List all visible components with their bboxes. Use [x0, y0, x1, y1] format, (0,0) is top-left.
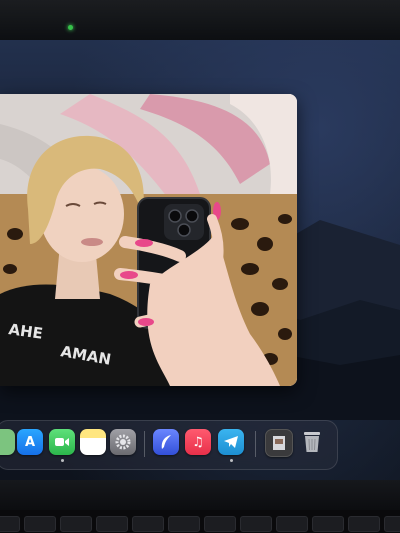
video-camera-icon — [55, 438, 69, 446]
laptop-bottom-bezel — [0, 480, 400, 510]
keyboard-key — [96, 516, 128, 532]
app-store-icon[interactable]: A — [17, 429, 43, 455]
keyboard-key — [60, 516, 92, 532]
mouth — [81, 238, 103, 246]
keyboard-key — [312, 516, 344, 532]
recent-file-icon[interactable] — [265, 429, 293, 457]
photo-scene: AHE AMAN A ♫ — [0, 0, 400, 533]
running-indicator — [61, 459, 64, 462]
trash-icon[interactable] — [299, 429, 325, 455]
running-indicator — [230, 459, 233, 462]
trash-can-icon — [304, 432, 320, 452]
keyboard-key — [168, 516, 200, 532]
camera-lens — [177, 223, 191, 237]
macos-dock: A ♫ — [0, 420, 338, 470]
camera-lens — [168, 209, 182, 223]
laptop-top-bezel — [0, 0, 400, 40]
keyboard-key — [276, 516, 308, 532]
facetime-icon[interactable] — [49, 429, 75, 455]
keyboard-key — [348, 516, 380, 532]
feather-icon — [161, 435, 171, 449]
pink-nail — [120, 271, 138, 279]
camera-indicator-light — [68, 25, 73, 30]
keyboard-key — [204, 516, 236, 532]
dock-divider — [255, 431, 256, 457]
telegram-icon[interactable] — [218, 429, 244, 455]
dock-divider — [144, 431, 145, 457]
paper-plane-icon — [224, 436, 238, 448]
keyboard-key — [240, 516, 272, 532]
document-thumbnail-icon — [273, 436, 285, 450]
partial-app-icon[interactable] — [0, 429, 15, 455]
camera-lens — [185, 209, 199, 223]
system-settings-icon[interactable] — [110, 429, 136, 455]
feather-app-icon[interactable] — [153, 429, 179, 455]
music-icon[interactable]: ♫ — [185, 429, 211, 455]
selfie-image: AHE AMAN — [0, 94, 297, 386]
pink-nail — [138, 318, 154, 326]
notes-icon[interactable] — [80, 429, 106, 455]
keyboard-key — [0, 516, 20, 532]
pink-nail — [135, 239, 153, 247]
keyboard-key — [384, 516, 400, 532]
gear-icon — [115, 434, 131, 450]
keyboard — [0, 510, 400, 533]
camera-preview-window: AHE AMAN — [0, 94, 297, 386]
keyboard-key — [24, 516, 56, 532]
keyboard-key — [132, 516, 164, 532]
